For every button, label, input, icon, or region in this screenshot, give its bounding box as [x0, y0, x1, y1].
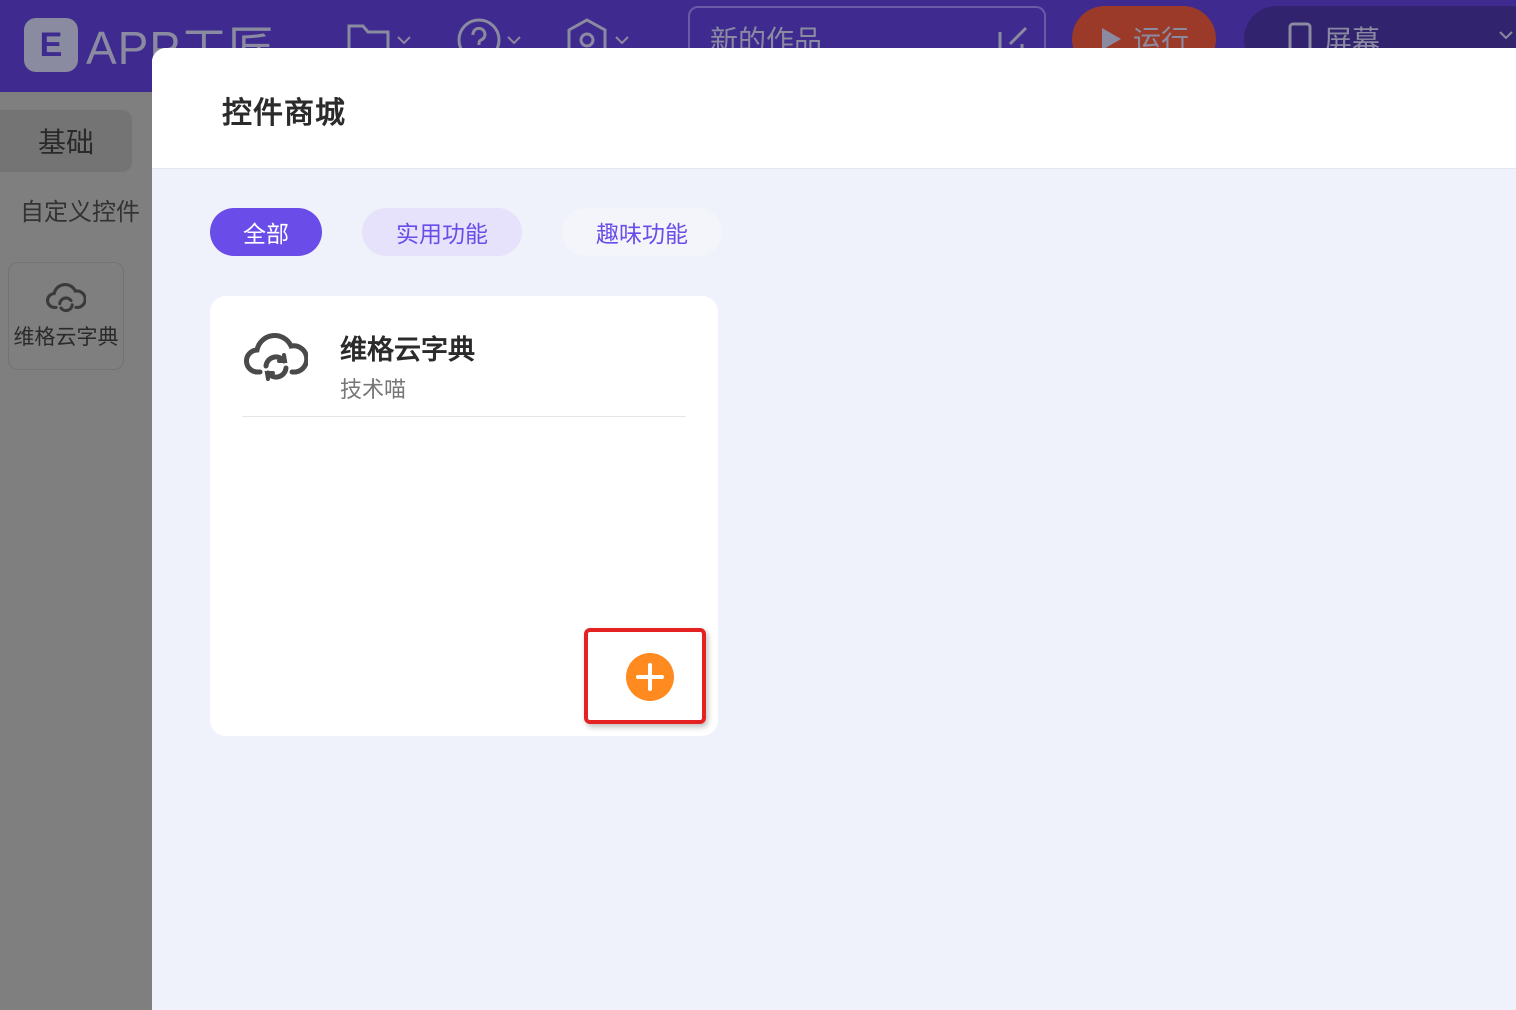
chevron-down-icon — [507, 36, 521, 45]
component-palette: 基础 自定义控件 维格云字典 — [0, 92, 152, 1010]
filter-utility[interactable]: 实用功能 — [362, 208, 522, 256]
plus-icon — [636, 663, 664, 691]
logo-mark: E — [24, 18, 78, 72]
chevron-down-icon — [615, 36, 629, 45]
add-component-button[interactable] — [626, 653, 674, 701]
modal-title: 控件商城 — [222, 96, 346, 131]
card-title: 维格云字典 — [340, 335, 475, 366]
filter-fun[interactable]: 趣味功能 — [562, 208, 722, 256]
chevron-down-icon — [397, 36, 411, 45]
card-author: 技术喵 — [340, 378, 407, 403]
component-card[interactable]: 维格云字典 技术喵 — [210, 296, 718, 736]
palette-item-vika-dictionary[interactable]: 维格云字典 — [8, 262, 124, 370]
modal-header: 控件商城 — [152, 48, 1516, 169]
card-divider — [242, 416, 686, 417]
cloud-sync-icon — [244, 333, 308, 381]
cloud-sync-icon — [46, 283, 86, 313]
tab-basic[interactable]: 基础 — [0, 110, 132, 172]
custom-components-label: 自定义控件 — [20, 198, 140, 226]
filter-all[interactable]: 全部 — [210, 208, 322, 256]
component-store-modal: 控件商城 全部 实用功能 趣味功能 维格云字典 技术喵 — [152, 48, 1516, 1010]
chevron-down-icon — [1499, 31, 1513, 40]
palette-item-label: 维格云字典 — [13, 325, 119, 349]
